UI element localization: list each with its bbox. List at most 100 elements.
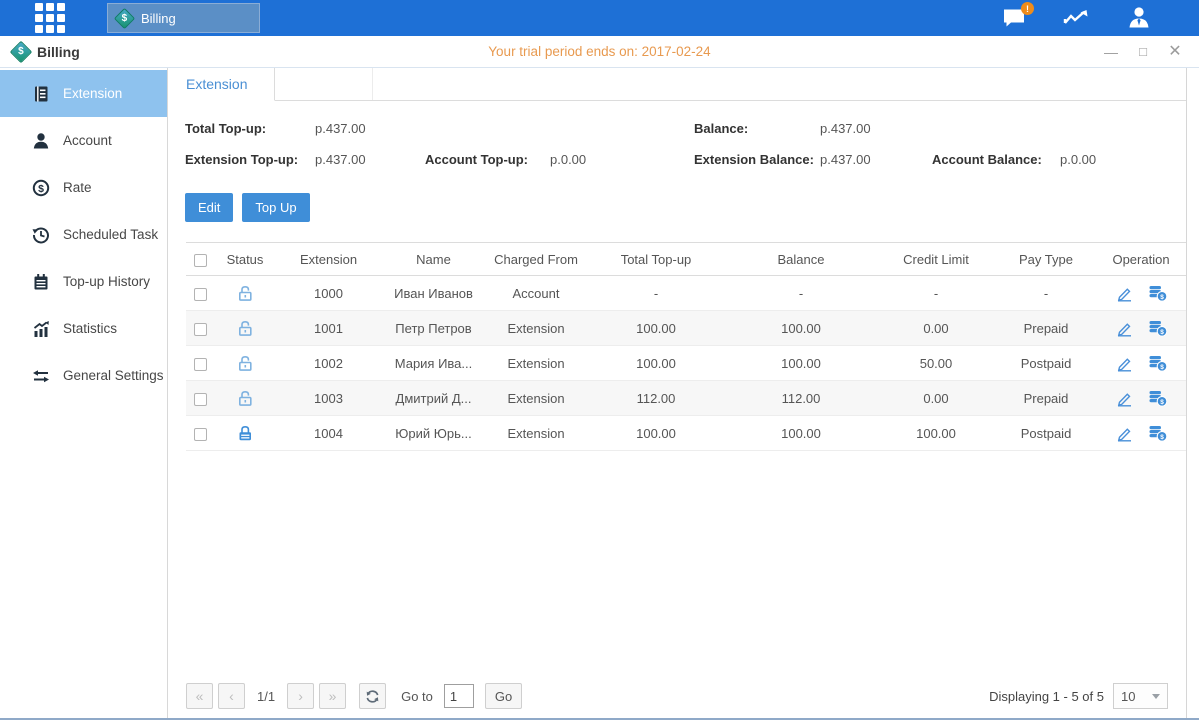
charged-from-cell: Extension [486,381,586,416]
column-header: Extension [276,243,381,276]
edit-button[interactable]: Edit [185,193,233,222]
sidebar-item-statistics[interactable]: Statistics [0,305,167,352]
goto-label: Go to [401,689,433,704]
unlocked-icon [236,389,255,408]
main-content: Extension Total Top-up: p.437.00 Balance… [168,68,1199,718]
page-indicator: 1/1 [257,689,275,704]
credit-limit-cell: 100.00 [876,416,996,451]
top-up-button[interactable]: Top Up [242,193,309,222]
unlocked-icon [236,354,255,373]
row-checkbox[interactable] [194,288,207,301]
table-row[interactable]: 1003Дмитрий Д...Extension112.00112.000.0… [186,381,1186,416]
billing-app-tab[interactable]: $ Billing [107,3,260,33]
unlocked-icon [236,284,255,303]
extension-cell: 1003 [276,381,381,416]
window-billing-icon: $ [10,40,33,63]
prev-page-button[interactable]: ‹ [218,683,245,709]
page-size-select[interactable]: 10 [1113,683,1168,709]
trial-notice: Your trial period ends on: 2017-02-24 [0,44,1199,59]
table-header-row: StatusExtensionNameCharged FromTotal Top… [186,243,1186,276]
displaying-text: Displaying 1 - 5 of 5 [989,689,1104,704]
table-row[interactable]: 1000Иван ИвановAccount----$ [186,276,1186,311]
locked-icon [236,424,255,443]
statistics-icon [32,320,50,338]
edit-row-icon[interactable] [1115,389,1133,407]
goto-page-input[interactable] [444,684,474,708]
column-header: Operation [1096,243,1186,276]
svg-text:$: $ [1160,399,1164,406]
sidebar-item-scheduled-task[interactable]: Scheduled Task [0,211,167,258]
column-header: Name [381,243,486,276]
table-row[interactable]: 1004Юрий Юрь...Extension100.00100.00100.… [186,416,1186,451]
edit-row-icon[interactable] [1115,319,1133,337]
row-checkbox[interactable] [194,323,207,336]
topup-row-icon[interactable]: $ [1148,319,1168,337]
sidebar-item-extension[interactable]: Extension [0,70,167,117]
row-checkbox[interactable] [194,428,207,441]
name-cell: Мария Ива... [381,346,486,381]
table-row[interactable]: 1002Мария Ива...Extension100.00100.0050.… [186,346,1186,381]
pay-type-cell: Postpaid [996,416,1096,451]
select-all-checkbox[interactable] [194,254,207,267]
topup-row-icon[interactable]: $ [1148,424,1168,442]
sidebar-item-label: Top-up History [63,274,150,289]
topbar: $ Billing ! [0,0,1199,36]
billing-dollar-icon: $ [114,7,135,28]
credit-limit-cell: - [876,276,996,311]
name-cell: Иван Иванов [381,276,486,311]
account-topup-label: Account Top-up: [425,152,528,167]
row-checkbox[interactable] [194,393,207,406]
column-header: Total Top-up [586,243,726,276]
sidebar-item-label: Statistics [63,321,117,336]
extension-balance-value: p.437.00 [820,152,871,167]
sidebar-item-general-settings[interactable]: General Settings [0,352,167,399]
last-page-button[interactable]: » [319,683,346,709]
messages-icon[interactable]: ! [1002,7,1026,29]
extension-topup-label: Extension Top-up: [185,152,298,167]
user-account-icon[interactable] [1126,6,1152,30]
tab-ghost [275,68,373,100]
edit-row-icon[interactable] [1115,284,1133,302]
total-topup-cell: 100.00 [586,311,726,346]
topup-row-icon[interactable]: $ [1148,284,1168,302]
pay-type-cell: Postpaid [996,346,1096,381]
pagination: « ‹ 1/1 › » Go to Go [186,683,522,709]
pay-type-cell: - [996,276,1096,311]
topup-history-icon [32,273,50,291]
sidebar-item-rate[interactable]: $Rate [0,164,167,211]
table-row[interactable]: 1001Петр ПетровExtension100.00100.000.00… [186,311,1186,346]
tab-extension[interactable]: Extension [168,68,275,101]
column-header: Pay Type [996,243,1096,276]
svg-text:$: $ [38,182,44,194]
window-title: Billing [37,44,80,60]
maximize-button[interactable]: □ [1135,45,1151,58]
sidebar: ExtensionAccount$RateScheduled Task Top-u… [0,68,168,718]
edit-row-icon[interactable] [1115,424,1133,442]
name-cell: Дмитрий Д... [381,381,486,416]
first-page-button[interactable]: « [186,683,213,709]
sidebar-item-label: General Settings [63,368,164,383]
column-header: Balance [726,243,876,276]
chevron-down-icon [1152,694,1160,699]
tabstrip: Extension [168,68,1186,101]
minimize-button[interactable]: — [1103,45,1119,59]
statistics-chart-icon[interactable] [1063,7,1089,29]
next-page-button[interactable]: › [287,683,314,709]
sidebar-item-top-up-history[interactable]: Top-up History [0,258,167,305]
refresh-icon[interactable] [359,683,386,709]
go-button[interactable]: Go [485,683,522,709]
pay-type-cell: Prepaid [996,381,1096,416]
topup-row-icon[interactable]: $ [1148,389,1168,407]
close-button[interactable]: ✕ [1167,44,1183,60]
page-size-value: 10 [1121,689,1135,704]
sidebar-item-account[interactable]: Account [0,117,167,164]
apps-grid-icon[interactable] [35,3,65,33]
row-checkbox[interactable] [194,358,207,371]
charged-from-cell: Extension [486,416,586,451]
credit-limit-cell: 0.00 [876,311,996,346]
svg-text:$: $ [1160,294,1164,301]
topup-row-icon[interactable]: $ [1148,354,1168,372]
extension-icon [32,85,50,103]
extension-cell: 1002 [276,346,381,381]
edit-row-icon[interactable] [1115,354,1133,372]
